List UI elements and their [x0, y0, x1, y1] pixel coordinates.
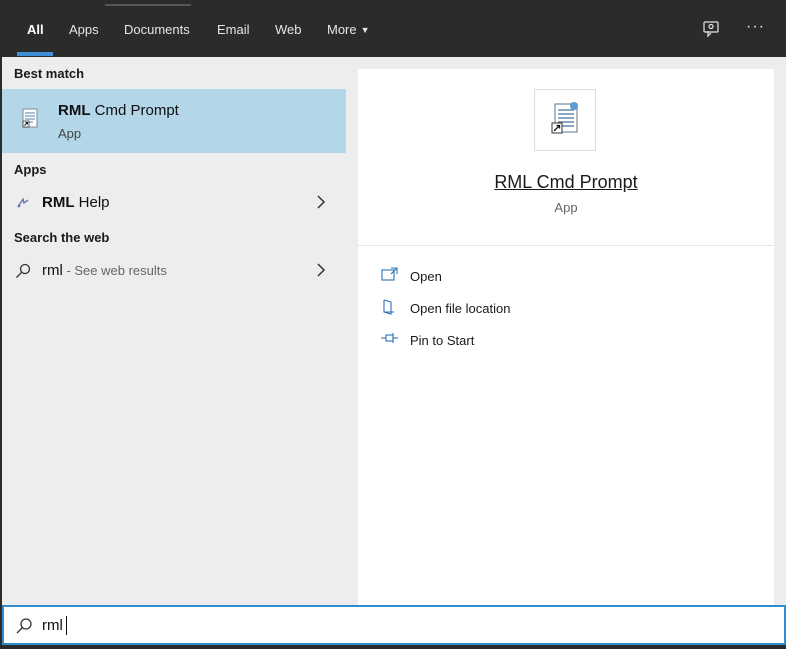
best-match-heading: Best match	[14, 66, 85, 81]
more-options-icon[interactable]: ···	[746, 18, 765, 36]
best-match-title: RML Cmd Prompt	[58, 102, 179, 119]
detail-card: RML Cmd Prompt App Open Open file locati…	[358, 69, 774, 605]
action-pin-to-start-label: Pin to Start	[410, 333, 475, 348]
results-pane: Best match RML Cmd Prompt App Apps RML H…	[2, 57, 346, 605]
action-open[interactable]: Open	[380, 266, 680, 288]
action-open-file-location-label: Open file location	[410, 301, 511, 316]
tab-more-label: More	[327, 22, 357, 37]
action-open-file-location[interactable]: Open file location	[380, 298, 680, 320]
search-icon	[14, 262, 32, 280]
tab-more[interactable]: More ▼	[327, 22, 370, 37]
open-icon	[380, 266, 400, 284]
search-filter-bar: All Apps Documents Email Web More ▼ ···	[2, 4, 786, 57]
tab-web[interactable]: Web	[275, 22, 302, 37]
pin-icon	[380, 330, 400, 348]
window-bottom-edge	[0, 645, 786, 649]
app-large-icon	[534, 89, 596, 151]
tab-apps[interactable]: Apps	[69, 22, 99, 37]
chevron-right-icon[interactable]	[314, 194, 328, 215]
chevron-right-icon[interactable]	[314, 262, 328, 283]
best-match-item[interactable]: RML Cmd Prompt App	[2, 89, 346, 153]
detail-pane: RML Cmd Prompt App Open Open file locati…	[346, 57, 786, 605]
divider	[358, 245, 774, 246]
apps-heading: Apps	[14, 162, 47, 177]
file-location-icon	[380, 298, 400, 316]
search-web-heading: Search the web	[14, 230, 110, 245]
text-cursor	[66, 616, 67, 635]
app-type: App	[554, 200, 578, 215]
search-icon	[14, 616, 34, 636]
search-box[interactable]	[2, 605, 786, 645]
list-item-rml-help[interactable]: RML Help	[2, 186, 346, 220]
rml-cmd-prompt-icon	[14, 103, 46, 135]
app-title[interactable]: RML Cmd Prompt	[358, 172, 774, 193]
web-search-result[interactable]: rml - See web results	[2, 254, 346, 288]
tab-email[interactable]: Email	[217, 22, 250, 37]
action-pin-to-start[interactable]: Pin to Start	[380, 330, 680, 352]
search-input[interactable]	[42, 615, 742, 635]
window-edge-highlight	[105, 4, 191, 6]
best-match-subtitle: App	[58, 126, 82, 141]
rml-help-label: RML Help	[42, 194, 110, 211]
tab-documents[interactable]: Documents	[124, 22, 190, 37]
feedback-icon[interactable]	[702, 20, 720, 43]
tab-all[interactable]: All	[27, 22, 44, 37]
caret-down-icon: ▼	[360, 25, 370, 35]
rml-help-icon	[14, 194, 32, 212]
web-result-label: rml - See web results	[42, 262, 167, 279]
active-tab-indicator	[17, 52, 53, 56]
action-open-label: Open	[410, 269, 442, 284]
